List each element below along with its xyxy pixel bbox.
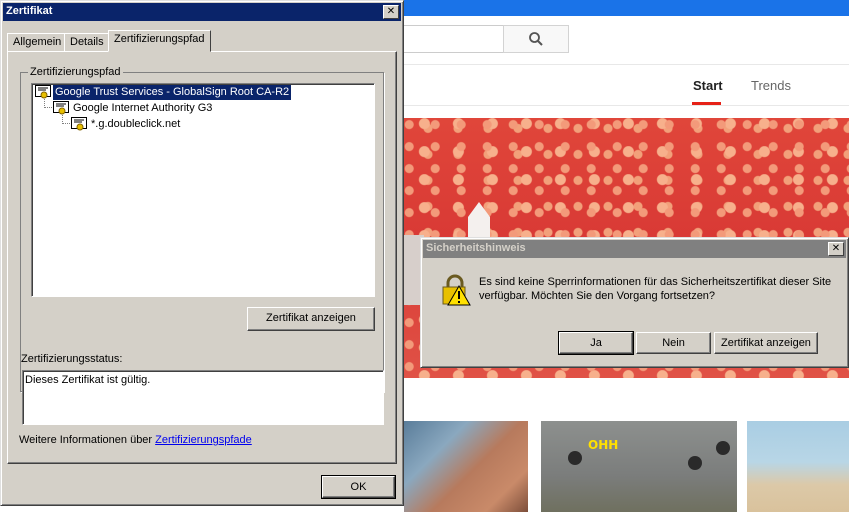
close-icon: ✕ xyxy=(831,243,841,254)
dialog-title: Zertifikat xyxy=(6,5,53,17)
active-tab-indicator xyxy=(692,102,721,105)
video-thumbnail[interactable] xyxy=(404,421,528,512)
no-button[interactable]: Nein xyxy=(636,332,711,354)
certification-path-help-link[interactable]: Zertifizierungspfade xyxy=(155,434,252,446)
security-dialog-titlebar[interactable]: Sicherheitshinweis ✕ xyxy=(423,240,846,258)
thumbnail-detail xyxy=(716,441,730,455)
thumbnail-detail xyxy=(688,456,702,470)
nav-tab-start[interactable]: Start xyxy=(693,78,723,93)
tree-item-intermediate-ca[interactable]: Google Internet Authority G3 xyxy=(71,101,214,116)
dialog-title: Sicherheitshinweis xyxy=(426,242,526,254)
certificate-icon xyxy=(53,101,69,115)
view-certificate-button[interactable]: Zertifikat anzeigen xyxy=(714,332,818,354)
security-warning-dialog: Sicherheitshinweis ✕ Es sind keine Sperr… xyxy=(420,237,849,368)
search-input[interactable] xyxy=(404,25,504,53)
status-text: Dieses Zertifikat ist gültig. xyxy=(25,374,151,386)
certification-path-tree[interactable]: Google Trust Services - GlobalSign Root … xyxy=(31,83,375,297)
video-thumbnail[interactable] xyxy=(747,421,849,512)
thumbnail-detail xyxy=(568,451,582,465)
tab-general[interactable]: Allgemein xyxy=(7,33,68,52)
close-button[interactable]: ✕ xyxy=(383,5,399,19)
tab-certification-path[interactable]: Zertifizierungspfad xyxy=(108,30,211,52)
tree-connector xyxy=(62,123,70,124)
status-textbox[interactable]: Dieses Zertifikat ist gültig. xyxy=(22,370,384,425)
certificate-icon xyxy=(71,117,87,131)
certificate-icon xyxy=(35,85,51,99)
view-certificate-button[interactable]: Zertifikat anzeigen xyxy=(247,307,375,331)
ok-button[interactable]: OK xyxy=(321,475,396,499)
search-icon xyxy=(529,32,543,46)
security-message: Es sind keine Sperrinformationen für das… xyxy=(479,276,832,302)
close-button[interactable]: ✕ xyxy=(828,242,844,256)
group-label: Zertifizierungspfad xyxy=(28,66,123,78)
search-button[interactable] xyxy=(503,25,569,53)
close-icon: ✕ xyxy=(386,6,396,17)
tree-connector xyxy=(44,107,52,108)
warning-lock-icon xyxy=(442,274,471,306)
certificate-dialog: Zertifikat ✕ Allgemein Details Zertifizi… xyxy=(0,0,404,506)
tab-page: Zertifizierungspfad Google Trust Service… xyxy=(7,51,397,464)
status-label: Zertifizierungsstatus: xyxy=(21,353,123,365)
tab-details[interactable]: Details xyxy=(64,33,110,52)
tree-item-root-ca[interactable]: Google Trust Services - GlobalSign Root … xyxy=(53,85,292,100)
video-thumbnail[interactable] xyxy=(541,421,737,512)
nav-tab-trends[interactable]: Trends xyxy=(751,78,791,93)
tree-item-leaf-cert[interactable]: *.g.doubleclick.net xyxy=(89,117,182,132)
more-info-line: Weitere Informationen über Zertifizierun… xyxy=(19,434,252,446)
yes-button[interactable]: Ja xyxy=(558,331,634,355)
thumbnail-caption: OHH xyxy=(588,438,619,452)
certificate-dialog-titlebar[interactable]: Zertifikat ✕ xyxy=(3,3,401,21)
more-info-prefix: Weitere Informationen über xyxy=(19,434,153,446)
